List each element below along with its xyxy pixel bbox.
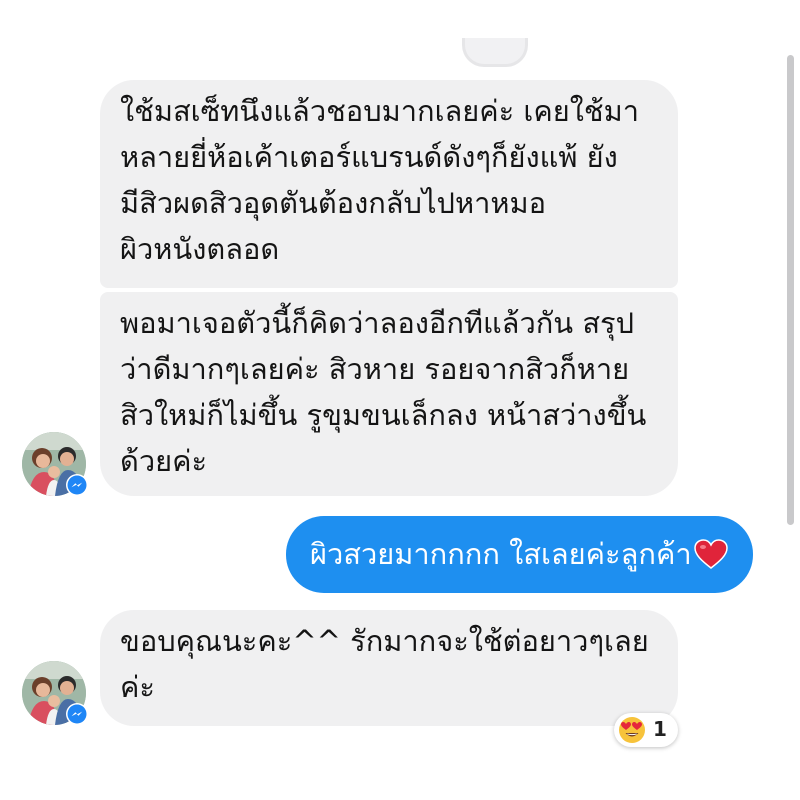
incoming-message-bubble[interactable]: พอมาเจอตัวนี้ก็คิดว่าลองอีกทีแล้วกัน สรุ… xyxy=(100,292,678,496)
messenger-icon xyxy=(67,704,87,724)
messenger-badge xyxy=(66,703,88,725)
outgoing-message-bubble[interactable]: ผิวสวยมากกกก ใสเลยค่ะลูกค้า xyxy=(286,516,753,593)
heart-eyes-emoji-icon xyxy=(619,717,645,743)
outgoing-message-text: ผิวสวยมากกกก ใสเลยค่ะลูกค้า xyxy=(310,537,692,571)
reaction-count: 1 xyxy=(653,717,667,741)
message-reaction[interactable]: 1 xyxy=(614,713,678,747)
red-heart-icon xyxy=(693,536,728,582)
incoming-message-bubble[interactable]: ใช้มสเซ็ทนึงแล้วชอบมากเลยค่ะ เคยใช้มา หล… xyxy=(100,80,678,288)
scrollbar[interactable] xyxy=(787,55,794,525)
messenger-badge xyxy=(66,474,88,496)
previous-message-edge xyxy=(462,38,528,67)
incoming-message-bubble[interactable]: ขอบคุณนะคะ^^ รักมากจะใช้ต่อยาวๆเลย ค่ะ xyxy=(100,610,678,726)
messenger-icon xyxy=(67,475,87,495)
